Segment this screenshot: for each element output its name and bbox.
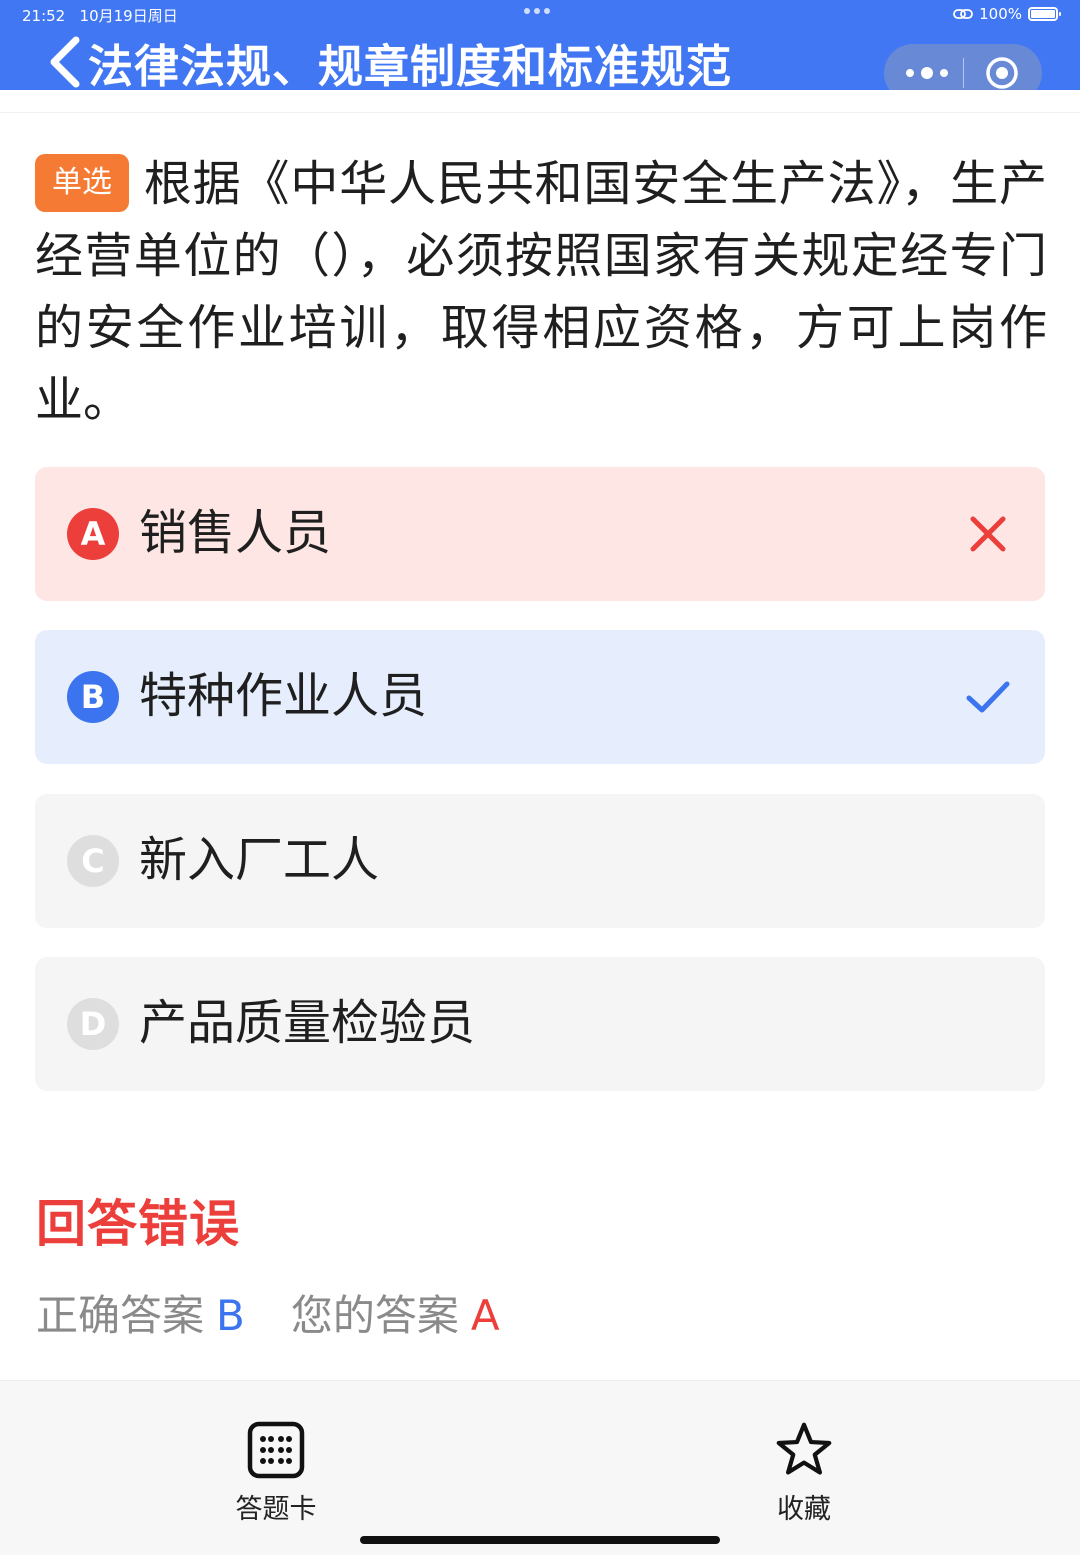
header-divider — [0, 90, 1080, 113]
home-indicator[interactable] — [360, 1536, 720, 1544]
star-icon — [776, 1422, 832, 1475]
cross-icon — [970, 516, 1006, 552]
answer-card-label: 答题卡 — [235, 1494, 317, 1525]
top-header: 21:52 10月19日周日 100% 法律法规、规章制度和标准规范 — [0, 0, 1080, 102]
option-text: 特种作业人员 — [139, 668, 428, 724]
option-text: 产品质量检验员 — [139, 995, 476, 1051]
option-letter: D — [67, 998, 119, 1050]
option-b[interactable]: B 特种作业人员 — [35, 630, 1045, 764]
option-letter: A — [67, 508, 119, 560]
your-answer-label: 您的答案 — [290, 1291, 459, 1340]
option-a[interactable]: A 销售人员 — [35, 467, 1045, 601]
status-right: 100% — [953, 5, 1061, 23]
correct-answer-value: B — [216, 1291, 245, 1340]
option-c[interactable]: C 新入厂工人 — [35, 794, 1045, 928]
multitask-dots-icon[interactable] — [524, 8, 550, 14]
more-icon[interactable] — [904, 62, 950, 84]
option-letter: B — [67, 671, 119, 723]
grid-icon — [247, 1421, 305, 1479]
status-clock: 21:52 — [22, 7, 66, 25]
status-time: 21:52 10月19日周日 — [22, 5, 178, 26]
check-icon — [966, 681, 1010, 713]
result-title: 回答错误 — [36, 1195, 240, 1253]
back-arrow-icon[interactable] — [46, 36, 86, 88]
correct-answer-label: 正确答案 — [36, 1291, 205, 1340]
link-icon — [953, 9, 974, 19]
option-text: 新入厂工人 — [139, 832, 380, 888]
battery-icon — [1028, 7, 1061, 21]
status-date: 10月19日周日 — [79, 7, 178, 25]
option-text: 销售人员 — [139, 505, 332, 561]
bottom-toolbar: 答题卡 收藏 — [0, 1380, 1080, 1555]
question-stem: 单选 根据《中华人民共和国安全生产法》，生产经营单位的（），必须按照国家有关规定经… — [35, 148, 1047, 436]
option-d[interactable]: D 产品质量检验员 — [35, 957, 1045, 1091]
capsule-divider — [963, 58, 964, 88]
battery-percent: 100% — [979, 5, 1022, 23]
answer-card-button[interactable]: 答题卡 — [206, 1421, 346, 1526]
your-answer-value: A — [470, 1291, 500, 1340]
question-type-tag: 单选 — [35, 154, 129, 212]
answer-summary: 正确答案 B 您的答案 A — [36, 1282, 500, 1343]
page-title: 法律法规、规章制度和标准规范 — [88, 40, 733, 93]
question-text: 根据《中华人民共和国安全生产法》，生产经营单位的（），必须按照国家有关规定经专门… — [35, 156, 1047, 428]
close-mini-program-icon[interactable] — [985, 56, 1019, 90]
favorite-label: 收藏 — [777, 1494, 831, 1525]
option-letter: C — [67, 835, 119, 887]
favorite-button[interactable]: 收藏 — [734, 1421, 874, 1526]
